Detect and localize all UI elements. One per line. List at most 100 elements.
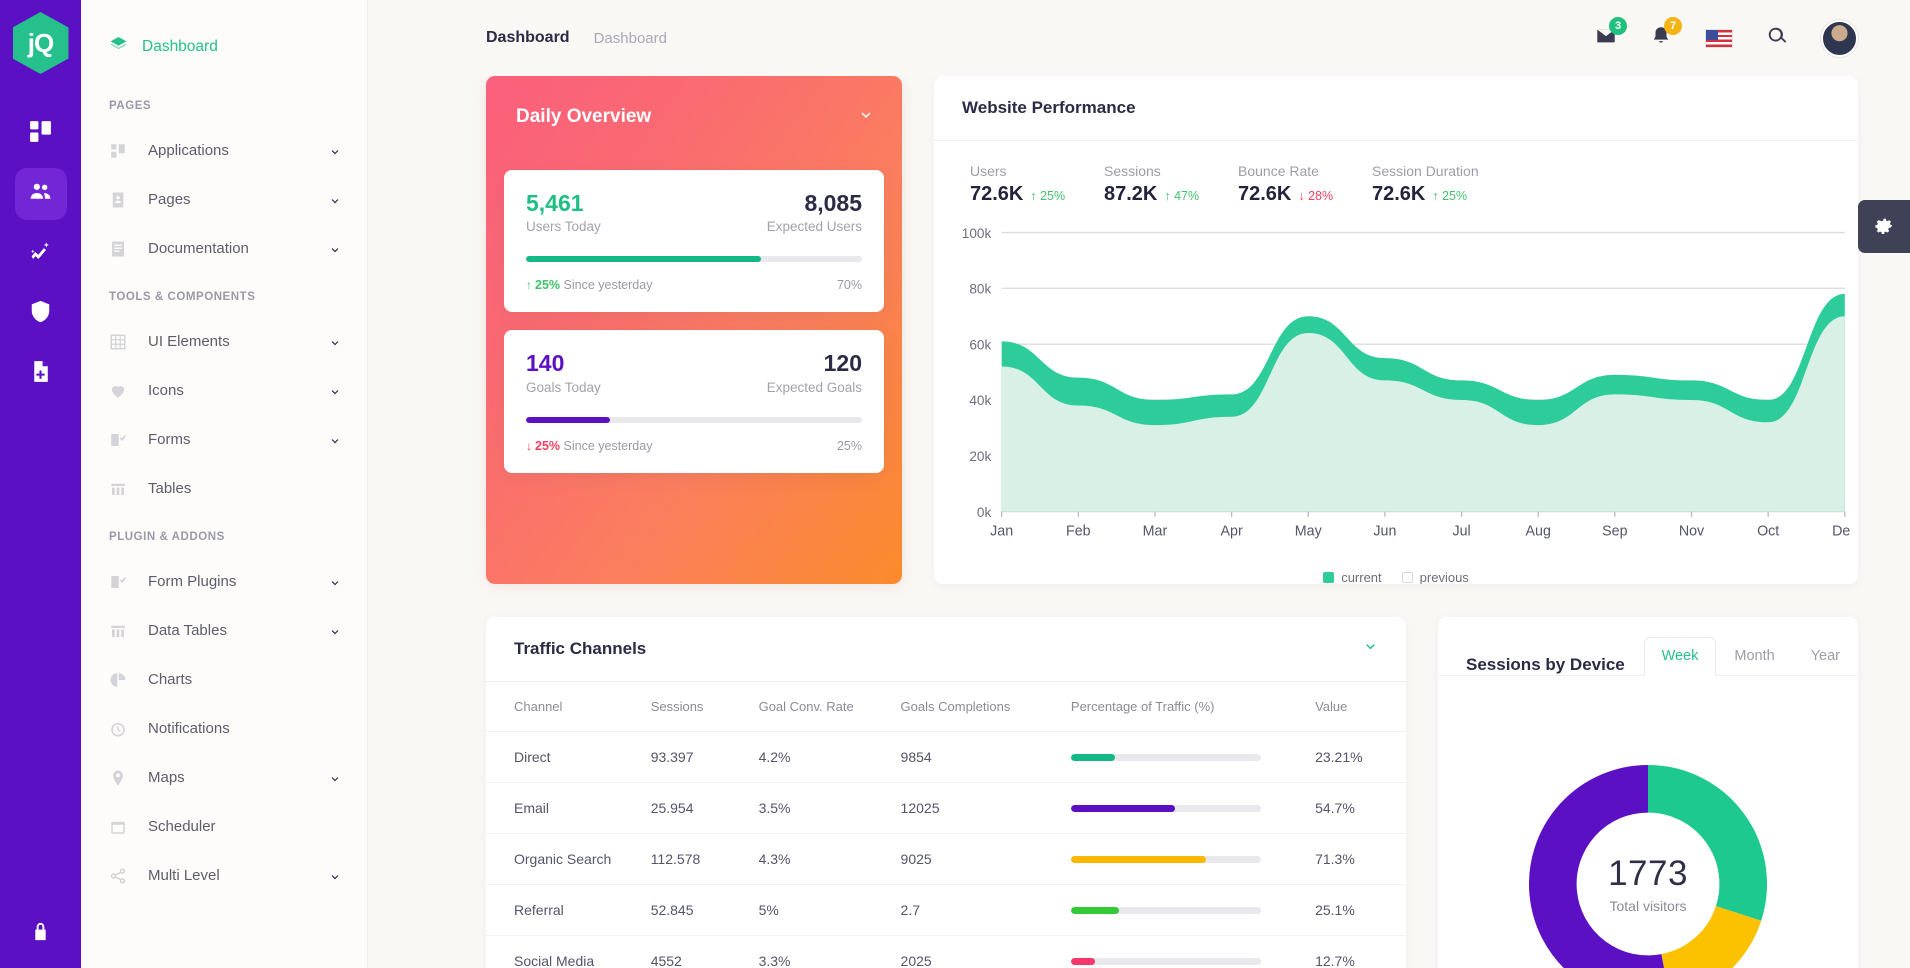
website-performance-kpis: Users 72.6K ↑ 25% Sessions 87.2K ↑ 47% Bounce …	[934, 141, 1858, 222]
us-flag-icon[interactable]	[1705, 28, 1733, 48]
alarm-icon	[109, 720, 131, 738]
traffic-progress-bar	[1070, 804, 1261, 812]
sidebar-item-form-plugins[interactable]: Form Plugins	[81, 557, 367, 606]
svg-text:0k: 0k	[977, 505, 992, 520]
chevron-down-icon[interactable]	[329, 243, 341, 255]
cell-value: 71.3%	[1315, 833, 1406, 885]
sidebar-item-scheduler[interactable]: Scheduler	[81, 802, 367, 851]
mail-button[interactable]: 3	[1595, 16, 1627, 52]
top-bar: Dashboard Dashboard 3 7	[368, 0, 1910, 76]
progress-percent: 70%	[836, 278, 862, 293]
svg-text:60k: 60k	[969, 337, 991, 352]
notifications-button[interactable]: 7	[1650, 16, 1682, 52]
kpi-change: ↓ 28%	[1298, 189, 1334, 203]
legend-item-previous[interactable]: previous	[1401, 570, 1469, 584]
chevron-down-icon[interactable]	[329, 625, 341, 637]
sidebar-item-tables[interactable]: Tables	[81, 464, 367, 513]
cell-sessions: 93.397	[650, 731, 759, 783]
search-button[interactable]	[1766, 25, 1788, 52]
layers-icon	[109, 35, 128, 59]
user-avatar[interactable]	[1821, 19, 1858, 57]
document-icon	[109, 240, 131, 258]
rail-item-analytics[interactable]	[15, 228, 67, 280]
sidebar-dashboard-label: Dashboard	[142, 38, 218, 55]
kpi-label: Users	[970, 163, 1007, 179]
sidebar-item-label: Documentation	[148, 240, 249, 257]
sidebar-item-ui-elements[interactable]: UI Elements	[81, 317, 367, 366]
sidebar-item-forms[interactable]: Forms	[81, 415, 367, 464]
legend-label: previous	[1419, 570, 1469, 584]
sessions-donut-chart: 1773 Total visitors	[1529, 764, 1767, 968]
cell-sessions: 52.845	[650, 884, 759, 936]
stat-label-expected: Expected Users	[766, 219, 862, 235]
main-area: Dashboard Dashboard 3 7 Daily Overview 5…	[368, 0, 1910, 968]
sidebar-item-label: Forms	[148, 431, 191, 448]
website-performance-header: Website Performance	[934, 76, 1858, 141]
sidebar-item-maps[interactable]: Maps	[81, 753, 367, 802]
table-row[interactable]: Organic Search 112.578 4.3% 9025 71.3%	[486, 833, 1406, 885]
sidebar-item-pages[interactable]: Pages	[81, 175, 367, 224]
rail-item-dashboard-grid[interactable]	[15, 108, 67, 160]
dashboard-content: Daily Overview 5,461 Users Today 8,085 Expe…	[368, 76, 1910, 968]
rail-item-users[interactable]	[14, 168, 67, 220]
chevron-down-icon[interactable]	[329, 194, 341, 206]
sidebar-item-applications[interactable]: Applications	[81, 126, 367, 175]
cell-channel: Direct	[486, 731, 651, 783]
chevron-down-icon[interactable]	[329, 385, 341, 397]
mail-badge: 3	[1609, 16, 1627, 35]
stat-label: Users Today	[526, 219, 601, 235]
stat-value-expected: 8,085	[804, 190, 862, 216]
app-logo[interactable]: jQ	[12, 12, 69, 74]
traffic-channels-title: Traffic Channels	[514, 639, 647, 658]
tab-week[interactable]: Week	[1643, 637, 1717, 676]
chevron-down-icon[interactable]	[329, 434, 341, 446]
cell-channel: Organic Search	[486, 833, 651, 885]
sidebar-item-label: Form Plugins	[148, 573, 237, 590]
chevron-down-icon[interactable]	[329, 336, 341, 348]
rail-item-security[interactable]	[15, 288, 67, 340]
chevron-down-icon[interactable]	[329, 772, 341, 784]
tab-month[interactable]: Month	[1716, 637, 1792, 675]
sidebar-item-documentation[interactable]: Documentation	[81, 224, 367, 273]
chevron-down-icon[interactable]	[329, 145, 341, 157]
chevron-down-icon[interactable]	[329, 576, 341, 588]
sidebar-item-charts[interactable]: Charts	[81, 655, 367, 704]
sessions-by-device-card: Sessions by Device Week Month Year 1773 To…	[1438, 617, 1858, 968]
column-header: Percentage of Traffic (%)	[1070, 682, 1316, 732]
svg-text:Jan: Jan	[990, 523, 1013, 539]
settings-button[interactable]	[1858, 200, 1910, 253]
breadcrumb-parent[interactable]: Dashboard	[594, 30, 667, 47]
sidebar-item-label: Multi Level	[148, 867, 220, 884]
rail-item-lock[interactable]	[29, 920, 52, 948]
sidebar-item-label: Maps	[148, 769, 185, 786]
chevron-down-icon[interactable]	[858, 107, 874, 128]
sidebar-item-icons[interactable]: Icons	[81, 366, 367, 415]
kpi-value: 72.6K	[970, 183, 1024, 205]
cell-value: 12.7%	[1315, 935, 1406, 968]
sidebar-item-data-tables[interactable]: Data Tables	[81, 606, 367, 655]
share-icon	[109, 867, 131, 885]
kpi-sessions: Sessions 87.2K ↑ 47%	[1104, 163, 1238, 206]
sidebar-item-notifications[interactable]: Notifications	[81, 704, 367, 753]
kpi-bounce-rate: Bounce Rate 72.6K ↓ 28%	[1238, 163, 1372, 206]
column-header: Sessions	[650, 682, 759, 732]
cell-channel: Referral	[486, 884, 651, 936]
topbar-actions: 3 7	[1595, 16, 1858, 57]
chevron-down-icon[interactable]	[1363, 639, 1378, 659]
chevron-down-icon[interactable]	[329, 870, 341, 882]
column-header: Value	[1315, 682, 1406, 732]
table-row[interactable]: Referral 52.845 5% 2.7 25.1%	[486, 884, 1406, 936]
svg-text:Dec: Dec	[1832, 523, 1850, 539]
grid-icon	[109, 142, 131, 160]
table-row[interactable]: Direct 93.397 4.2% 9854 23.21%	[486, 731, 1406, 783]
sidebar-item-dashboard[interactable]: Dashboard	[81, 30, 367, 64]
table-row[interactable]: Email 25.954 3.5% 12025 54.7%	[486, 782, 1406, 834]
legend-item-current[interactable]: current	[1323, 570, 1382, 584]
table-row[interactable]: Social Media 4552 3.3% 2025 12.7%	[486, 935, 1406, 968]
rail-item-file-add[interactable]	[15, 348, 67, 400]
svg-text:40k: 40k	[969, 393, 991, 408]
sidebar-item-multi-level[interactable]: Multi Level	[81, 851, 367, 900]
search-icon	[1766, 25, 1788, 52]
tab-year[interactable]: Year	[1793, 637, 1858, 675]
cell-sessions: 25.954	[650, 782, 759, 834]
